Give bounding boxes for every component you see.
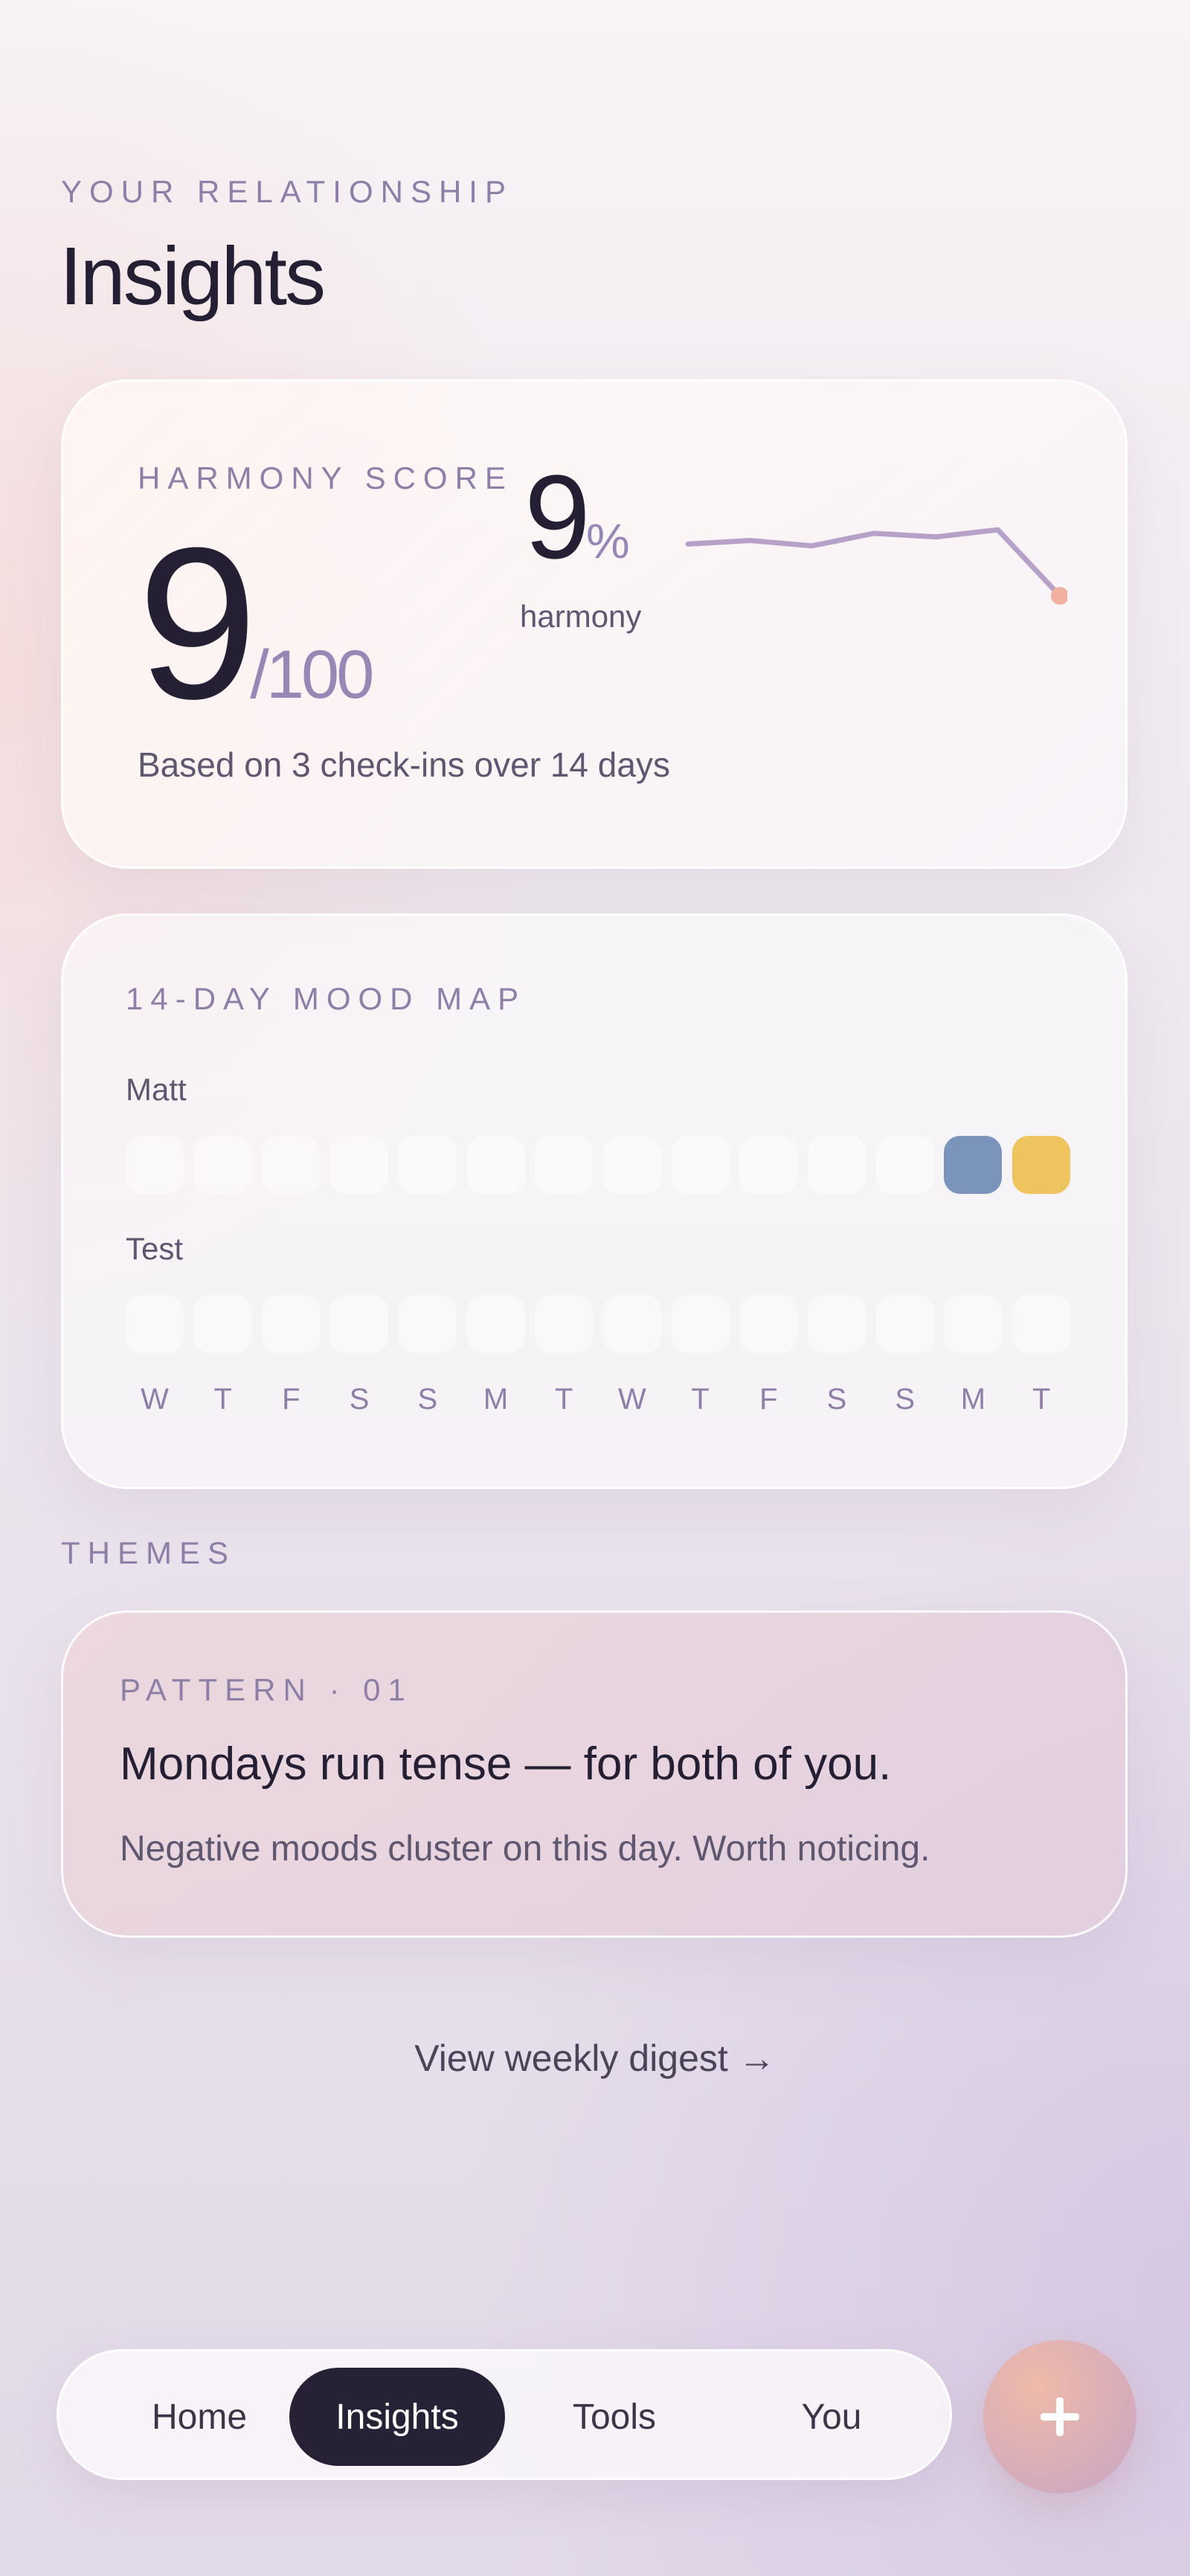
mood-cell bbox=[398, 1295, 457, 1353]
mood-row-matt bbox=[63, 1136, 1125, 1195]
mood-map-day-label: M bbox=[960, 1383, 986, 1416]
mood-cell bbox=[808, 1136, 866, 1194]
mood-map-day-label: T bbox=[691, 1383, 710, 1416]
mood-row-name-test: Test bbox=[126, 1231, 184, 1266]
mood-map-day-label: T bbox=[1032, 1383, 1051, 1416]
sparkline-series-line bbox=[685, 527, 1063, 599]
mood-cell bbox=[1012, 1136, 1071, 1194]
harmony-score-label: HARMONY SCORE bbox=[138, 460, 513, 495]
nav-item-insights[interactable]: Insights bbox=[289, 2368, 505, 2466]
mood-cell bbox=[262, 1295, 321, 1353]
mood-cell bbox=[808, 1295, 866, 1353]
harmony-percent-caption: harmony bbox=[520, 599, 642, 634]
mood-map-day-label: M bbox=[483, 1383, 509, 1416]
mood-row-name-matt: Matt bbox=[126, 1072, 187, 1107]
mood-map-day-label: T bbox=[554, 1383, 573, 1416]
mood-map-day-labels: WTFSSMTWTFSSMT bbox=[63, 1383, 1125, 1427]
bottom-nav: Home Insights Tools You bbox=[57, 2349, 952, 2480]
nav-item-you[interactable]: You bbox=[724, 2368, 939, 2466]
mood-map-day-label: W bbox=[618, 1383, 646, 1416]
mood-cell bbox=[875, 1136, 934, 1194]
page-eyebrow: YOUR RELATIONSHIP bbox=[61, 174, 513, 209]
mood-cell bbox=[330, 1136, 389, 1194]
pattern-title: Mondays run tense — for both of you. bbox=[120, 1738, 892, 1790]
mood-cell bbox=[262, 1136, 321, 1194]
harmony-sparkline bbox=[685, 527, 1067, 605]
pattern-card[interactable]: PATTERN · 01 Mondays run tense — for bot… bbox=[61, 1610, 1128, 1938]
pattern-eyebrow: PATTERN · 01 bbox=[120, 1672, 413, 1707]
themes-label: THEMES bbox=[61, 1535, 237, 1570]
harmony-percent-value: 9 bbox=[524, 450, 591, 583]
mood-cell bbox=[193, 1295, 252, 1353]
mood-map-day-label: S bbox=[349, 1383, 370, 1416]
mood-cell bbox=[126, 1295, 184, 1353]
mood-cell bbox=[330, 1295, 389, 1353]
add-check-in-button[interactable] bbox=[983, 2340, 1136, 2493]
mood-cell bbox=[602, 1136, 661, 1194]
mood-map-card: 14-DAY MOOD MAP Matt Test W T F S S M T W T F S S M T bbox=[61, 913, 1128, 1489]
page-title: Insights bbox=[60, 231, 326, 322]
harmony-score-max: /100 bbox=[250, 637, 374, 713]
mood-cell bbox=[671, 1136, 730, 1194]
harmony-percent-group: 9% bbox=[524, 457, 630, 576]
mood-row-test bbox=[63, 1295, 1125, 1355]
mood-cell bbox=[739, 1136, 798, 1194]
harmony-score-card: HARMONY SCORE 9/100 9% harmony Based on … bbox=[61, 379, 1128, 869]
nav-item-tools[interactable]: Tools bbox=[506, 2368, 722, 2466]
mood-cell bbox=[944, 1295, 1003, 1353]
mood-map-day-label: S bbox=[417, 1383, 438, 1416]
mood-cell bbox=[466, 1295, 525, 1353]
harmony-percent-sign: % bbox=[585, 513, 630, 568]
mood-map-day-label: S bbox=[826, 1383, 847, 1416]
mood-map-day-label: W bbox=[141, 1383, 169, 1416]
mood-cell bbox=[193, 1136, 252, 1194]
mood-map-day-label: F bbox=[282, 1383, 300, 1416]
mood-cell bbox=[535, 1136, 594, 1194]
mood-cell bbox=[398, 1136, 457, 1194]
harmony-basis-text: Based on 3 check-ins over 14 days bbox=[138, 745, 670, 784]
mood-cell bbox=[535, 1295, 594, 1353]
mood-map-day-label: T bbox=[213, 1383, 232, 1416]
plus-icon bbox=[1041, 2397, 1079, 2436]
mood-cell bbox=[126, 1136, 184, 1194]
mood-cell bbox=[466, 1136, 525, 1194]
pattern-description: Negative moods cluster on this day. Wort… bbox=[120, 1829, 930, 1869]
mood-map-day-label: S bbox=[895, 1383, 916, 1416]
mood-cell bbox=[875, 1295, 934, 1353]
mood-cell bbox=[944, 1136, 1003, 1194]
view-weekly-digest-link[interactable]: View weekly digest → bbox=[0, 2037, 1190, 2080]
mood-map-day-label: F bbox=[759, 1383, 778, 1416]
mood-cell bbox=[671, 1295, 730, 1353]
nav-item-home[interactable]: Home bbox=[91, 2368, 307, 2466]
harmony-score-value: 9 bbox=[138, 503, 257, 744]
mood-cell bbox=[602, 1295, 661, 1353]
mood-cell bbox=[1012, 1295, 1071, 1353]
mood-map-label: 14-DAY MOOD MAP bbox=[126, 981, 527, 1016]
mood-cell bbox=[739, 1295, 798, 1353]
harmony-score-value-group: 9/100 bbox=[138, 515, 374, 731]
